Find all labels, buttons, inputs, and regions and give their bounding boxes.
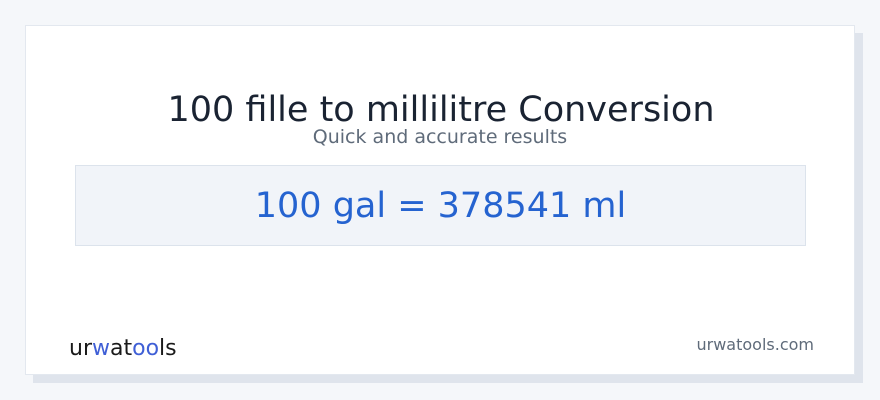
site-url-link[interactable]: urwatools.com <box>697 335 815 354</box>
logo-part-w: w <box>92 336 110 361</box>
conversion-card: 100 fille to millilitre Conversion 100 g… <box>25 25 855 375</box>
logo-part-oo: oo <box>132 336 160 361</box>
result-box: 100 gal = 378541 ml <box>75 165 806 246</box>
page-title: 100 fille to millilitre Conversion <box>167 90 715 130</box>
conversion-result: 100 gal = 378541 ml <box>254 185 627 226</box>
page: 100 fille to millilitre Conversion 100 g… <box>0 0 880 400</box>
logo-part-at: at <box>110 336 133 361</box>
urwatools-logo[interactable]: ur w at oo ls <box>69 336 177 364</box>
logo-part-ls: ls <box>159 336 177 361</box>
page-subtitle: Quick and accurate results <box>312 126 568 148</box>
logo-part-ur: ur <box>69 336 92 361</box>
